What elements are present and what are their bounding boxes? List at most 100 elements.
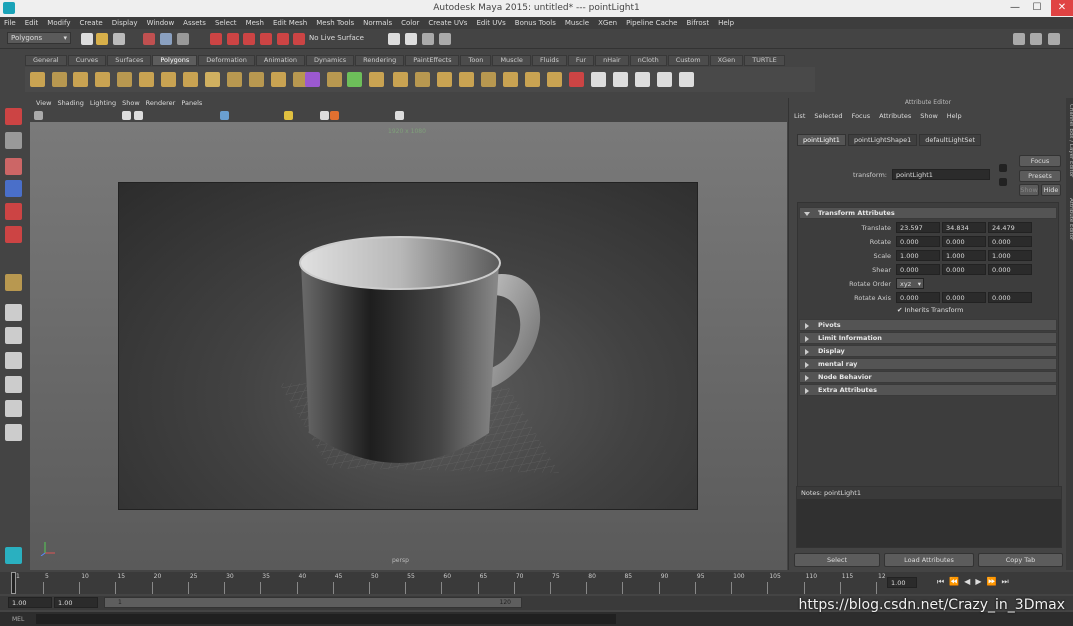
shelf-tab-nhair[interactable]: nHair <box>595 55 629 66</box>
step-back-key-icon[interactable]: ⏪ <box>949 577 964 586</box>
poly-cone-icon[interactable] <box>95 72 110 87</box>
ae-tab-pointlight1[interactable]: pointLight1 <box>797 134 846 146</box>
playback-start-field[interactable]: 1.00 <box>54 597 98 608</box>
section-limit-information[interactable]: Limit Information <box>799 332 1057 344</box>
ipr-render-icon[interactable] <box>422 33 434 45</box>
rotate-tool-icon[interactable] <box>5 203 22 220</box>
camera-select-icon[interactable] <box>34 111 43 120</box>
poly-prism-icon[interactable] <box>161 72 176 87</box>
mel-input[interactable] <box>36 614 616 624</box>
move-tool-icon[interactable] <box>5 180 22 197</box>
current-frame-field[interactable]: 1.00 <box>887 577 917 588</box>
snap-curve-icon[interactable] <box>227 33 239 45</box>
shelf-tab-polygons[interactable]: Polygons <box>152 55 198 66</box>
append-polygon-icon[interactable] <box>415 72 430 87</box>
poly-cylinder-icon[interactable] <box>73 72 88 87</box>
menu-window[interactable]: Window <box>147 19 175 27</box>
scale-tool-icon[interactable] <box>5 226 22 243</box>
translate-x-field[interactable]: 23.597 <box>896 222 940 233</box>
bridge-icon[interactable] <box>393 72 408 87</box>
lasso-tool-icon[interactable] <box>5 132 22 149</box>
close-button[interactable]: ✕ <box>1051 0 1073 16</box>
step-forward-key-icon[interactable]: ⏩ <box>986 577 1001 586</box>
time-slider[interactable]: 1 5 10 15 20 25 30 35 40 45 50 55 60 65 70 75 80 85 90 95 10… <box>0 572 889 594</box>
ae-menu-help[interactable]: Help <box>947 112 962 120</box>
menu-display[interactable]: Display <box>112 19 138 27</box>
shelf-tab-turtle[interactable]: TURTLE <box>744 55 785 66</box>
insert-edge-loop-icon[interactable] <box>481 72 496 87</box>
section-mental-ray[interactable]: mental ray <box>799 358 1057 370</box>
menu-assets[interactable]: Assets <box>183 19 206 27</box>
go-to-start-icon[interactable]: ⏮ <box>937 577 949 586</box>
step-back-frame-icon[interactable]: ◀ <box>964 577 975 586</box>
current-time-marker[interactable] <box>11 572 16 594</box>
channel-box-side-tab[interactable]: Channel Box / Layer Editor <box>1065 104 1073 194</box>
section-extra-attributes[interactable]: Extra Attributes <box>799 384 1057 396</box>
shelf-tab-ncloth[interactable]: nCloth <box>629 55 667 66</box>
scale-y-field[interactable]: 1.000 <box>942 250 986 261</box>
automatic-mapping-icon[interactable] <box>657 72 672 87</box>
section-display[interactable]: Display <box>799 345 1057 357</box>
separate-icon[interactable] <box>249 72 264 87</box>
go-to-input-icon[interactable] <box>999 164 1007 172</box>
combine-icon[interactable] <box>227 72 242 87</box>
rotate-order-dropdown[interactable]: xyz ▾ <box>896 278 924 289</box>
poly-sphere-icon[interactable] <box>30 72 45 87</box>
menu-edit-uvs[interactable]: Edit UVs <box>476 19 505 27</box>
shelf-tab-dynamics[interactable]: Dynamics <box>306 55 355 66</box>
hide-button[interactable]: Hide <box>1041 184 1061 196</box>
panel-menu-view[interactable]: View <box>36 98 51 109</box>
rotate-z-field[interactable]: 0.000 <box>988 236 1032 247</box>
presets-button[interactable]: Presets <box>1019 170 1061 182</box>
ambient-occlusion-icon[interactable] <box>330 111 339 120</box>
render-frame-icon[interactable] <box>405 33 417 45</box>
notes-textarea[interactable] <box>797 499 1061 547</box>
persp-uv-layout-icon[interactable] <box>5 424 22 441</box>
panel-menu-renderer[interactable]: Renderer <box>146 98 176 109</box>
cylindrical-mapping-icon[interactable] <box>613 72 628 87</box>
shelf-tab-rendering[interactable]: Rendering <box>355 55 405 66</box>
render-view-icon[interactable] <box>388 33 400 45</box>
section-node-behavior[interactable]: Node Behavior <box>799 371 1057 383</box>
live-surface-icon[interactable] <box>293 33 305 45</box>
poly-plane-icon[interactable] <box>117 72 132 87</box>
rotate-axis-y[interactable]: 0.000 <box>942 292 986 303</box>
menu-xgen[interactable]: XGen <box>598 19 617 27</box>
menu-bifrost[interactable]: Bifrost <box>686 19 709 27</box>
poly-pyramid-icon[interactable] <box>183 72 198 87</box>
start-time-field[interactable]: 1.00 <box>8 597 52 608</box>
minimize-button[interactable]: — <box>1005 2 1025 14</box>
show-button[interactable]: Show <box>1019 184 1039 196</box>
menu-normals[interactable]: Normals <box>363 19 392 27</box>
shelf-tab-fluids[interactable]: Fluids <box>531 55 567 66</box>
mirror-icon[interactable] <box>327 72 342 87</box>
shear-x-field[interactable]: 0.000 <box>896 264 940 275</box>
shelf-tab-curves[interactable]: Curves <box>67 55 107 66</box>
collapse-icon[interactable] <box>547 72 562 87</box>
extract-icon[interactable] <box>271 72 286 87</box>
ae-tab-defaultlightset[interactable]: defaultLightSet <box>919 134 981 146</box>
transform-name-field[interactable]: pointLight1 <box>892 169 990 180</box>
menu-help[interactable]: Help <box>718 19 734 27</box>
poly-cube-icon[interactable] <box>52 72 67 87</box>
wireframe-icon[interactable] <box>122 111 131 120</box>
select-object-icon[interactable] <box>160 33 172 45</box>
snap-view-icon[interactable] <box>260 33 272 45</box>
bevel-icon[interactable] <box>437 72 452 87</box>
persp-outliner-layout-icon[interactable] <box>5 352 22 369</box>
ae-menu-attributes[interactable]: Attributes <box>879 112 911 120</box>
shelf-tab-deformation[interactable]: Deformation <box>198 55 255 66</box>
hypershade-layout-icon[interactable] <box>5 400 22 417</box>
select-tool-icon[interactable] <box>5 108 22 125</box>
boolean-icon[interactable] <box>305 72 320 87</box>
menu-color[interactable]: Color <box>401 19 419 27</box>
ae-menu-selected[interactable]: Selected <box>814 112 842 120</box>
scale-z-field[interactable]: 1.000 <box>988 250 1032 261</box>
channel-box-toggle-icon[interactable] <box>1030 33 1042 45</box>
panel-menu-shading[interactable]: Shading <box>57 98 83 109</box>
ae-menu-list[interactable]: List <box>794 112 805 120</box>
menu-pipeline-cache[interactable]: Pipeline Cache <box>626 19 677 27</box>
load-attributes-button[interactable]: Load Attributes <box>884 553 974 567</box>
range-bar[interactable]: 1 120 <box>104 597 522 608</box>
shelf-tab-fur[interactable]: Fur <box>567 55 595 66</box>
